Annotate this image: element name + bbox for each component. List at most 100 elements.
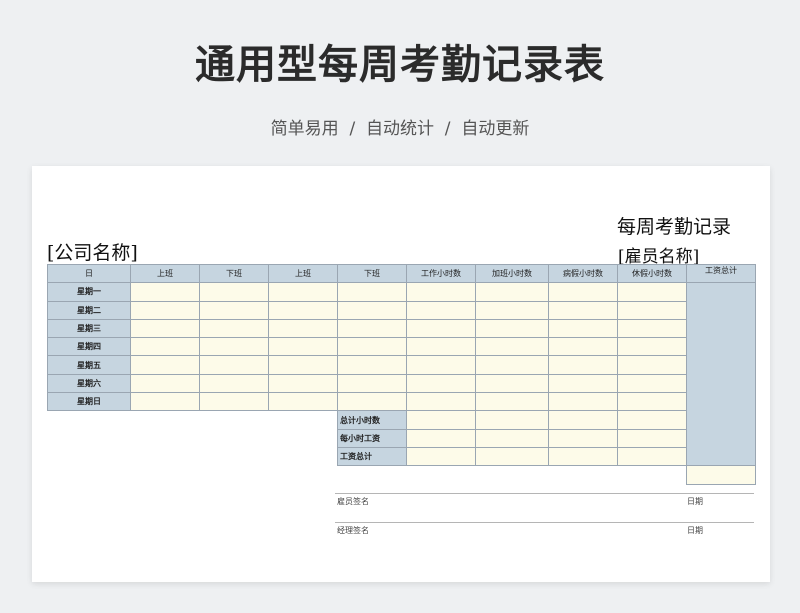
hourly-wage-sick-cell[interactable] [548,428,618,448]
total-sick-hours-cell[interactable] [548,410,618,430]
work-hours-cell[interactable] [406,318,476,339]
clock-in-2-cell[interactable] [268,337,338,357]
day-label: 星期六 [47,373,131,394]
work-hours-cell[interactable] [406,337,476,357]
hourly-wage-work-cell[interactable] [406,428,476,448]
clock-out-1-cell[interactable] [199,337,269,357]
clock-in-2-cell[interactable] [268,392,338,412]
sick-hours-cell[interactable] [548,392,618,412]
vacation-hours-cell[interactable] [617,282,687,302]
overtime-hours-cell[interactable] [475,373,549,394]
wage-total-sick-cell[interactable] [548,446,618,467]
manager-date-label: 日期 [687,526,703,535]
work-hours-cell[interactable] [406,392,476,412]
hourly-wage-overtime-cell[interactable] [475,428,549,448]
work-hours-cell[interactable] [406,300,476,320]
page-title: 通用型每周考勤记录表 [195,42,605,88]
day-label: 星期五 [47,355,131,375]
clock-in-2-cell[interactable] [268,282,338,302]
total-work-hours-cell[interactable] [406,410,476,430]
work-hours-cell[interactable] [406,282,476,302]
col-header-total-wage: 工资总计 [686,263,756,284]
clock-out-1-cell[interactable] [199,318,269,339]
overtime-hours-cell[interactable] [475,355,549,375]
clock-out-2-cell[interactable] [337,282,407,302]
clock-out-2-cell[interactable] [337,392,407,412]
col-header-work-hours: 工作小时数 [406,263,476,284]
vacation-hours-cell[interactable] [617,355,687,375]
summary-label: 总计小时数 [337,410,407,430]
total-overtime-hours-cell[interactable] [475,410,549,430]
work-hours-cell[interactable] [406,373,476,394]
work-hours-cell[interactable] [406,355,476,375]
overtime-hours-cell[interactable] [475,282,549,302]
vacation-hours-cell[interactable] [617,337,687,357]
clock-out-2-cell[interactable] [337,373,407,394]
sick-hours-cell[interactable] [548,355,618,375]
employee-date-label: 日期 [687,497,703,506]
vacation-hours-cell[interactable] [617,300,687,320]
col-header-overtime-hours: 加班小时数 [475,263,549,284]
clock-out-2-cell[interactable] [337,355,407,375]
table-row: 星期三 [47,318,756,339]
vacation-hours-cell[interactable] [617,392,687,412]
wage-total-work-cell[interactable] [406,446,476,467]
grand-total-wage-cell[interactable] [686,465,756,485]
sick-hours-cell[interactable] [548,337,618,357]
clock-in-1-cell[interactable] [130,318,200,339]
clock-out-2-cell[interactable] [337,318,407,339]
clock-out-1-cell[interactable] [199,355,269,375]
day-label: 星期三 [47,318,131,339]
vacation-hours-cell[interactable] [617,373,687,394]
summary-label: 每小时工资 [337,428,407,448]
day-label: 星期日 [47,392,131,412]
clock-in-1-cell[interactable] [130,300,200,320]
col-header-clock-in-2: 上班 [268,263,338,284]
total-vacation-hours-cell[interactable] [617,410,687,430]
clock-out-1-cell[interactable] [199,373,269,394]
table-row: 星期日 [47,392,756,412]
total-wage-column [686,282,756,467]
summary-row-total-hours: 总计小时数 [48,410,756,430]
summary-row-grand-total [48,465,756,485]
table-row: 星期一 [47,282,756,467]
vacation-hours-cell[interactable] [617,318,687,339]
clock-in-2-cell[interactable] [268,318,338,339]
clock-in-1-cell[interactable] [130,337,200,357]
company-name: [公司名称] [47,242,138,264]
clock-in-1-cell[interactable] [130,392,200,412]
col-header-clock-out-2: 下班 [337,263,407,284]
overtime-hours-cell[interactable] [475,318,549,339]
employee-signature-label: 雇员签名 [337,497,369,506]
table-row: 星期六 [47,373,756,394]
clock-in-1-cell[interactable] [130,373,200,394]
clock-out-1-cell[interactable] [199,282,269,302]
clock-in-1-cell[interactable] [130,282,200,302]
wage-total-vacation-cell[interactable] [617,446,687,467]
page-subtitle: 简单易用 / 自动统计 / 自动更新 [270,119,530,139]
employee-signature-line: 雇员签名 日期 [335,493,754,507]
clock-in-2-cell[interactable] [268,373,338,394]
sick-hours-cell[interactable] [548,282,618,302]
manager-signature-line: 经理签名 日期 [335,522,754,536]
clock-out-1-cell[interactable] [199,300,269,320]
timesheet-document: 每周考勤记录 [公司名称] [雇员名称] 日 上班 下班 上班 下班 工作小时数… [32,166,770,582]
table-row: 星期二 [47,300,756,320]
header-row: 日 上班 下班 上班 下班 工作小时数 加班小时数 病假小时数 休假小时数 工资… [47,263,756,284]
clock-out-2-cell[interactable] [337,337,407,357]
clock-out-2-cell[interactable] [337,300,407,320]
overtime-hours-cell[interactable] [475,300,549,320]
sick-hours-cell[interactable] [548,300,618,320]
clock-in-2-cell[interactable] [268,355,338,375]
overtime-hours-cell[interactable] [475,337,549,357]
hourly-wage-vacation-cell[interactable] [617,428,687,448]
clock-out-1-cell[interactable] [199,392,269,412]
col-header-clock-in-1: 上班 [130,263,200,284]
col-header-clock-out-1: 下班 [199,263,269,284]
sick-hours-cell[interactable] [548,318,618,339]
clock-in-1-cell[interactable] [130,355,200,375]
overtime-hours-cell[interactable] [475,392,549,412]
clock-in-2-cell[interactable] [268,300,338,320]
sick-hours-cell[interactable] [548,373,618,394]
wage-total-overtime-cell[interactable] [475,446,549,467]
